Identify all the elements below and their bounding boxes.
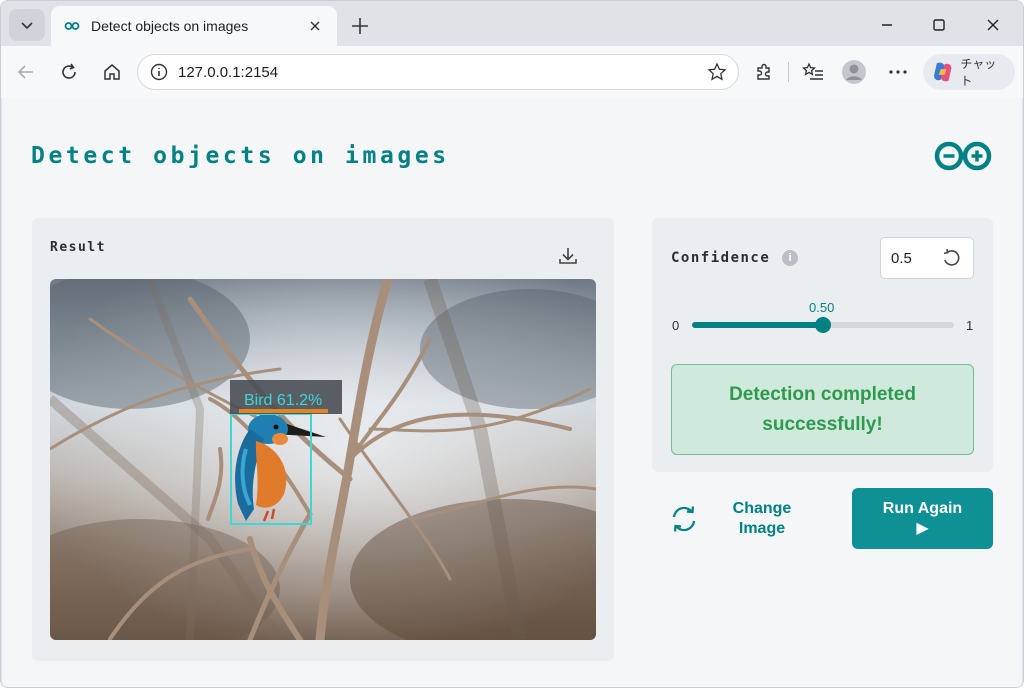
change-image-label: Change Image <box>732 500 792 537</box>
maximize-icon <box>933 19 945 31</box>
run-again-label: Run Again <box>882 499 963 517</box>
chevron-down-icon <box>21 22 33 30</box>
plus-icon <box>352 18 368 34</box>
download-icon <box>559 248 577 264</box>
star-icon[interactable] <box>706 61 728 83</box>
copilot-icon <box>933 62 952 82</box>
info-icon[interactable]: i <box>782 250 798 266</box>
maximize-button[interactable] <box>919 9 959 41</box>
puzzle-icon <box>757 63 770 80</box>
favorites-button[interactable] <box>798 57 828 87</box>
confidence-slider[interactable] <box>692 317 954 333</box>
favorites-list-icon <box>802 62 823 80</box>
page-title: Detect objects on images <box>31 143 450 169</box>
reload-button[interactable] <box>54 57 84 87</box>
slider-fill <box>692 322 823 328</box>
back-button[interactable] <box>11 57 41 87</box>
minimize-icon <box>882 24 892 26</box>
tab-title: Detect objects on images <box>91 18 249 34</box>
confidence-input[interactable]: 0.5 <box>880 237 974 279</box>
more-icon <box>889 70 907 74</box>
active-tab[interactable]: Detect objects on images <box>51 6 337 46</box>
reload-icon <box>62 63 76 79</box>
download-button[interactable] <box>556 244 580 268</box>
detection-score-bar <box>239 409 328 413</box>
home-icon <box>104 64 120 80</box>
play-icon: ▶ <box>916 519 929 537</box>
close-icon <box>987 19 999 31</box>
slider-min-label: 0 <box>672 318 680 333</box>
new-tab-button[interactable] <box>345 11 375 41</box>
refresh-icon <box>666 501 702 537</box>
change-image-button[interactable]: Change Image <box>666 496 812 542</box>
copilot-label: チャット <box>960 57 997 88</box>
tab-strip: Detect objects on images <box>1 1 1023 51</box>
url-text: 127.0.0.1:2154 <box>178 63 279 81</box>
slider-thumb[interactable] <box>815 317 831 333</box>
status-message-box: Detection completed successfully! <box>671 364 974 455</box>
close-window-button[interactable] <box>973 9 1013 41</box>
copilot-button[interactable]: チャット <box>923 54 1015 90</box>
avatar-icon <box>842 60 866 84</box>
home-button[interactable] <box>97 57 127 87</box>
bird-photo: Bird 61.2% <box>50 279 596 640</box>
back-arrow-icon <box>17 65 33 79</box>
status-message: Detection completed successfully! <box>729 383 916 435</box>
result-label: Result <box>50 240 106 255</box>
confidence-value[interactable]: 0.5 <box>891 250 939 267</box>
minimize-button[interactable] <box>867 9 907 41</box>
browser-window: Detect objects on images 127.0.0.1:2154 … <box>0 0 1024 688</box>
tab-list-button[interactable] <box>9 9 45 41</box>
close-icon[interactable] <box>305 16 325 36</box>
result-image: Bird 61.2% <box>50 279 596 640</box>
extensions-button[interactable] <box>749 57 779 87</box>
infinity-icon <box>63 17 81 35</box>
slider-value-label: 0.50 <box>809 300 835 315</box>
result-panel: Result Bird 61.2% <box>32 218 614 661</box>
page-content: Detect objects on images Result Bird 61.… <box>2 98 1022 687</box>
detection-label: Bird 61.2% <box>244 392 322 409</box>
reset-icon[interactable] <box>939 246 963 270</box>
arduino-logo <box>934 141 992 171</box>
browser-toolbar: 127.0.0.1:2154 チャット <box>1 46 1023 98</box>
site-info-icon[interactable] <box>148 61 170 83</box>
toolbar-divider <box>788 62 789 82</box>
slider-max-label: 1 <box>966 318 974 333</box>
controls-panel: Confidence i 0.5 0.50 0 1 Detection comp… <box>652 218 993 472</box>
confidence-label: Confidence <box>671 250 771 266</box>
run-again-button[interactable]: Run Again ▶ <box>852 488 993 549</box>
address-bar[interactable]: 127.0.0.1:2154 <box>137 54 739 90</box>
more-button[interactable] <box>883 57 913 87</box>
profile-button[interactable] <box>839 57 869 87</box>
